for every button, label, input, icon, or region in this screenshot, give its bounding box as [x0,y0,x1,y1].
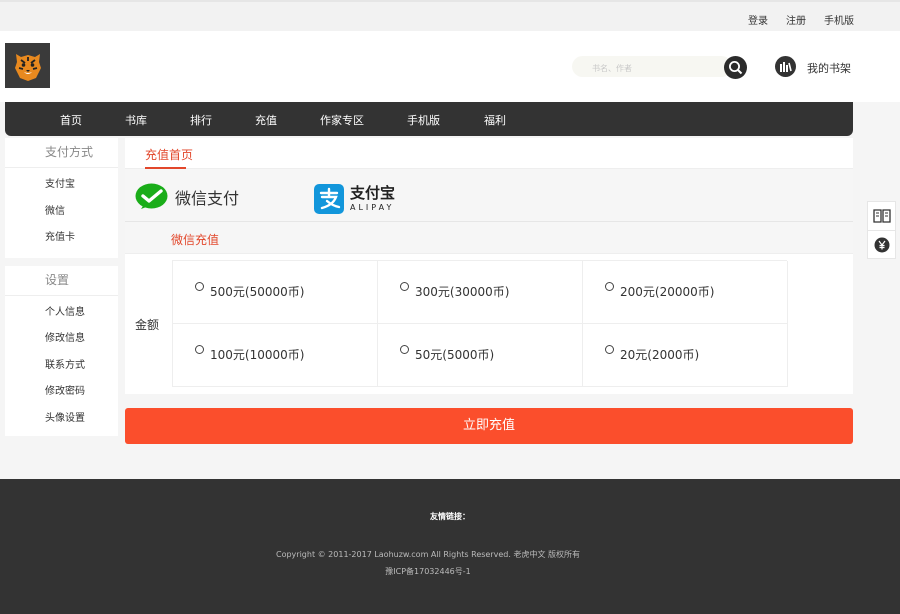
friend-links-title: 友情链接： [430,512,470,521]
amount-option-label: 300元(30000币) [415,285,510,299]
nav-home[interactable]: 首页 [60,112,82,128]
floating-toolbar [867,201,896,259]
settings-block: 设置 个人信息 修改信息 联系方式 修改密码 头像设置 [5,265,118,436]
amount-radio[interactable] [605,282,614,291]
book-icon [872,209,891,223]
amount-grid: 500元(50000币) 300元(30000币) 200元(20000币) 1… [172,260,788,387]
nav-recharge[interactable]: 充值 [255,112,277,128]
amount-option-500[interactable]: 500元(50000币) [173,261,378,324]
top-links: 登录 注册 手机版 [748,12,854,27]
sidebar-item-card[interactable]: 充值卡 [5,225,118,252]
wechat-icon [135,183,168,209]
login-link[interactable]: 登录 [748,12,768,27]
header: 我的书架 [0,31,900,102]
payment-selector: 微信支付 支付宝 ALIPAY [125,169,853,222]
sidebar-item-edit-info[interactable]: 修改信息 [5,326,118,353]
copyright-text: Copyright © 2011-2017 Laohuzw.com All Ri… [276,550,580,559]
amount-radio[interactable] [605,345,614,354]
amount-label: 金额 [135,318,160,332]
amount-option-label: 500元(50000币) [210,285,305,299]
tab-recharge-home[interactable]: 充值首页 [145,146,193,163]
register-link[interactable]: 注册 [786,12,806,27]
nav-welfare[interactable]: 福利 [484,112,506,128]
main-content: 充值首页 微信支付 支付宝 ALIPAY 微信充值 金额 500元(50000币… [125,138,853,394]
sidebar-item-password[interactable]: 修改密码 [5,379,118,406]
sidebar-gap [5,257,118,266]
section-title: 微信充值 [125,222,853,254]
amount-option-200[interactable]: 200元(20000币) [583,261,788,324]
top-bar: 登录 注册 手机版 [0,0,900,31]
alipay-option[interactable]: 支付宝 ALIPAY [314,184,395,214]
mobile-link[interactable]: 手机版 [824,12,854,27]
amount-option-20[interactable]: 20元(2000币) [583,324,788,387]
amount-radio[interactable] [195,282,204,291]
bookshelf-icon [780,61,792,72]
wechat-recharge-title: 微信充值 [171,233,220,247]
amount-option-label: 200元(20000币) [620,285,715,299]
amount-option-50[interactable]: 50元(5000币) [378,324,583,387]
nav-author-zone[interactable]: 作家专区 [320,112,364,128]
payment-methods-block: 支付方式 支付宝 微信 充值卡 [5,138,118,258]
main-nav: 首页 书库 排行 充值 作家专区 手机版 福利 [5,102,853,136]
amount-area: 金额 500元(50000币) 300元(30000币) 200元(20000币… [125,254,853,394]
footer: 友情链接： Copyright © 2011-2017 Laohuzw.com … [0,479,900,614]
amount-option-label: 20元(2000币) [620,348,700,362]
sidebar-item-contact[interactable]: 联系方式 [5,353,118,380]
sidebar-item-avatar[interactable]: 头像设置 [5,406,118,433]
amount-option-100[interactable]: 100元(10000币) [173,324,378,387]
wechat-pay-option[interactable]: 微信支付 [135,183,239,211]
bookshelf-button[interactable] [775,56,796,77]
nav-ranking[interactable]: 排行 [190,112,212,128]
bookshelf-link[interactable]: 我的书架 [807,60,851,76]
recharge-now-button[interactable]: 立即充值 [125,408,853,444]
tiger-logo-icon [14,53,41,81]
sidebar-item-profile[interactable]: 个人信息 [5,300,118,327]
yen-icon [874,237,889,252]
search-input[interactable] [572,58,712,79]
amount-radio[interactable] [195,345,204,354]
nav-library[interactable]: 书库 [125,112,147,128]
amount-radio[interactable] [400,282,409,291]
alipay-cn-label: 支付宝 [350,184,396,202]
alipay-text: 支付宝 ALIPAY [350,186,395,212]
alipay-en-label: ALIPAY [350,203,395,212]
sidebar: 支付方式 支付宝 微信 充值卡 设置 个人信息 修改信息 联系方式 修改密码 头… [5,138,118,436]
tiger-logo[interactable] [5,43,50,88]
amount-radio[interactable] [400,345,409,354]
icp-text[interactable]: 豫ICP备17032446号-1 [0,566,856,577]
amount-option-300[interactable]: 300元(30000币) [378,261,583,324]
sidebar-item-alipay[interactable]: 支付宝 [5,172,118,199]
payment-methods-heading: 支付方式 [5,138,118,168]
sidebar-item-wechat[interactable]: 微信 [5,199,118,226]
amount-option-label: 100元(10000币) [210,348,305,362]
alipay-icon [314,184,344,214]
amount-option-label: 50元(5000币) [415,348,495,362]
search-icon [729,61,743,75]
float-recharge-button[interactable] [868,230,895,258]
float-book-button[interactable] [868,202,895,230]
wechat-pay-label: 微信支付 [175,189,240,208]
search-box [572,56,732,79]
settings-heading: 设置 [5,266,118,296]
tab-bar: 充值首页 [125,138,853,169]
search-button[interactable] [724,56,747,79]
nav-mobile[interactable]: 手机版 [407,112,440,128]
